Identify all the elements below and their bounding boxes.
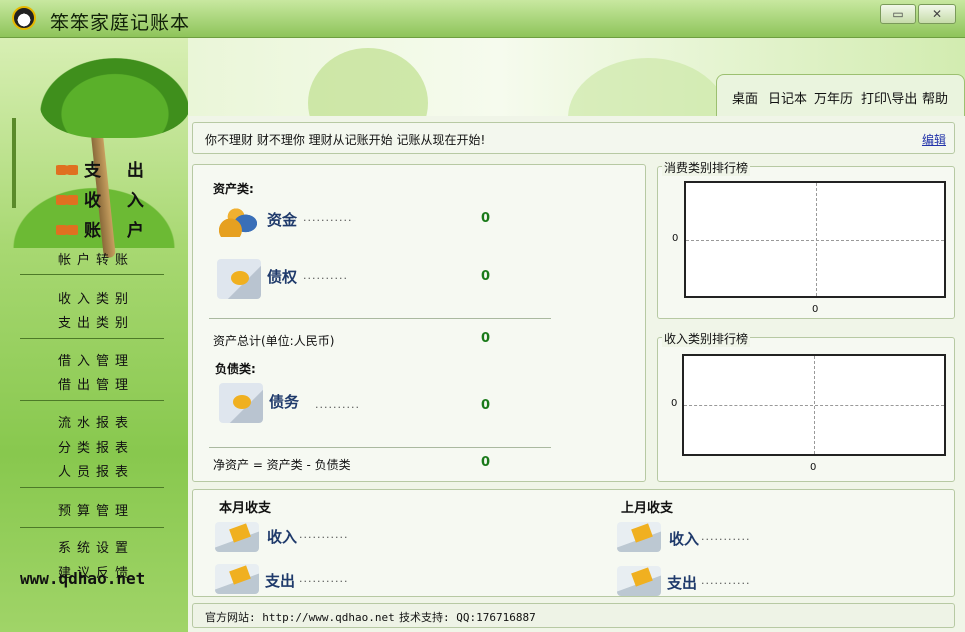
edit-link[interactable]: 编辑 [922, 131, 946, 148]
nav-borrow-in[interactable]: 借入管理 [58, 350, 134, 369]
coins-icon [219, 203, 257, 237]
liabilities-heading: 负债类: [215, 362, 256, 376]
nav-income-category[interactable]: 收入类别 [58, 288, 134, 307]
income-plot-area [682, 354, 946, 456]
this-month-expense-label[interactable]: 支出 [265, 570, 295, 591]
income-chart-title: 收入类别排行榜 [662, 330, 751, 347]
fund-label[interactable]: 资金 [267, 209, 297, 230]
total-assets-value: 0 [481, 331, 491, 346]
nav-transfer[interactable]: 帐户转账 [58, 249, 134, 268]
hill-decoration [308, 48, 428, 116]
divider [209, 318, 551, 319]
claim-value: 0 [481, 269, 491, 284]
fund-value: 0 [481, 211, 491, 226]
sidebar: 支 出 收 入 账 户 帐户转账 收入类别 支出类别 借入管理 借出管理 流水报… [0, 38, 188, 632]
divider [209, 447, 551, 448]
last-month-expense-label[interactable]: 支出 [667, 572, 697, 593]
status-bar: 官方网站: http://www.qdhao.net 技术支持: QQ:1767… [192, 603, 955, 628]
nav-divider [20, 338, 164, 339]
notice-bar: 你不理财 财不理你 理财从记账开始 记账从现在开始! 编辑 [192, 122, 955, 154]
dots: ........... [701, 530, 751, 543]
claim-dots: .......... [303, 269, 348, 282]
panda-app-icon [12, 6, 36, 30]
claim-icon [217, 259, 261, 299]
minimize-button[interactable]: ▭ [880, 4, 916, 24]
nav-income-label: 收 入 [84, 191, 154, 211]
notice-text: 你不理财 财不理你 理财从记账开始 记账从现在开始! [205, 133, 486, 147]
toolbar-help[interactable]: 帮助 [922, 88, 948, 107]
brand-url: www.qdhao.net [20, 569, 146, 588]
this-month-heading: 本月收支 [219, 501, 272, 516]
nav-category-report[interactable]: 分类报表 [58, 437, 134, 456]
income-ranking-chart: 收入类别排行榜 0 0 [657, 330, 955, 482]
this-month-income-label[interactable]: 收入 [267, 526, 297, 547]
nav-account-label: 账 户 [84, 221, 154, 241]
nav-expense[interactable]: 支 出 [56, 156, 154, 181]
toolbar-diary[interactable]: 日记本 [768, 88, 807, 107]
fund-dots: ........... [303, 211, 353, 224]
nav-account[interactable]: 账 户 [56, 216, 154, 241]
nav-divider [20, 400, 164, 401]
tech-support-text: 技术支持: QQ:176716887 [399, 611, 536, 624]
hill-decoration [568, 58, 728, 116]
assets-panel: 资产类: 资金 ........... 0 债权 .......... 0 资产… [192, 164, 646, 482]
income-y-tick: 0 [671, 398, 678, 409]
title-bar: 笨笨家庭记账本 ▭ ✕ [0, 0, 965, 38]
window-title: 笨笨家庭记账本 [50, 12, 191, 34]
nav-flow-report[interactable]: 流水报表 [58, 412, 134, 431]
official-site-text: 官方网站: http://www.qdhao.net [205, 611, 395, 624]
butterfly-icon [56, 192, 78, 208]
toolbar-calendar[interactable]: 万年历 [814, 88, 853, 107]
dots: ........... [299, 572, 349, 585]
nav-budget[interactable]: 预算管理 [58, 500, 134, 519]
debt-icon [219, 383, 263, 423]
income-gridline-y [684, 405, 944, 406]
nav-expense-label: 支 出 [84, 161, 154, 181]
nav-expense-category[interactable]: 支出类别 [58, 312, 134, 331]
nav-settings[interactable]: 系统设置 [58, 537, 134, 556]
nav-divider [20, 487, 164, 488]
nav-divider [20, 527, 164, 528]
expense-chart-title: 消费类别排行榜 [662, 159, 751, 176]
dots: ........... [299, 528, 349, 541]
toolbar-print-export[interactable]: 打印\导出 [861, 88, 917, 107]
total-assets-label: 资产总计(单位:人民币) [213, 334, 335, 348]
monthly-summary-panel: 本月收支 收入 ........... 支出 ........... 上月收支 … [192, 489, 955, 597]
debt-label[interactable]: 债务 [269, 391, 299, 412]
expense-plot-area [684, 181, 946, 298]
nav-income[interactable]: 收 入 [56, 186, 154, 211]
nav-lend-out[interactable]: 借出管理 [58, 374, 134, 393]
income-pad-icon [617, 522, 661, 552]
net-assets-value: 0 [481, 455, 491, 470]
income-pad-icon [215, 522, 259, 552]
nav-member-report[interactable]: 人员报表 [58, 461, 134, 480]
butterfly-icon [56, 162, 78, 178]
expense-y-tick: 0 [672, 233, 679, 244]
palm-leaves-decoration [40, 58, 188, 138]
expense-ranking-chart: 消费类别排行榜 0 0 [657, 159, 955, 319]
expense-x-tick: 0 [812, 304, 819, 315]
expense-gridline-y [686, 240, 944, 241]
assets-heading: 资产类: [213, 182, 254, 196]
last-month-income-label[interactable]: 收入 [669, 528, 699, 549]
net-assets-label: 净资产 = 资产类 - 负债类 [213, 458, 351, 472]
plant-decoration [12, 118, 16, 208]
close-button[interactable]: ✕ [918, 4, 956, 24]
debt-dots: .......... [315, 398, 360, 411]
toolbar-desktop[interactable]: 桌面 [732, 88, 758, 107]
expense-pad-icon [617, 566, 661, 596]
debt-value: 0 [481, 398, 491, 413]
income-x-tick: 0 [810, 462, 817, 473]
expense-pad-icon [215, 564, 259, 594]
dots: ........... [701, 574, 751, 587]
claim-label[interactable]: 债权 [267, 266, 297, 287]
last-month-heading: 上月收支 [621, 501, 674, 516]
nav-divider [20, 274, 164, 275]
butterfly-icon [56, 222, 78, 238]
